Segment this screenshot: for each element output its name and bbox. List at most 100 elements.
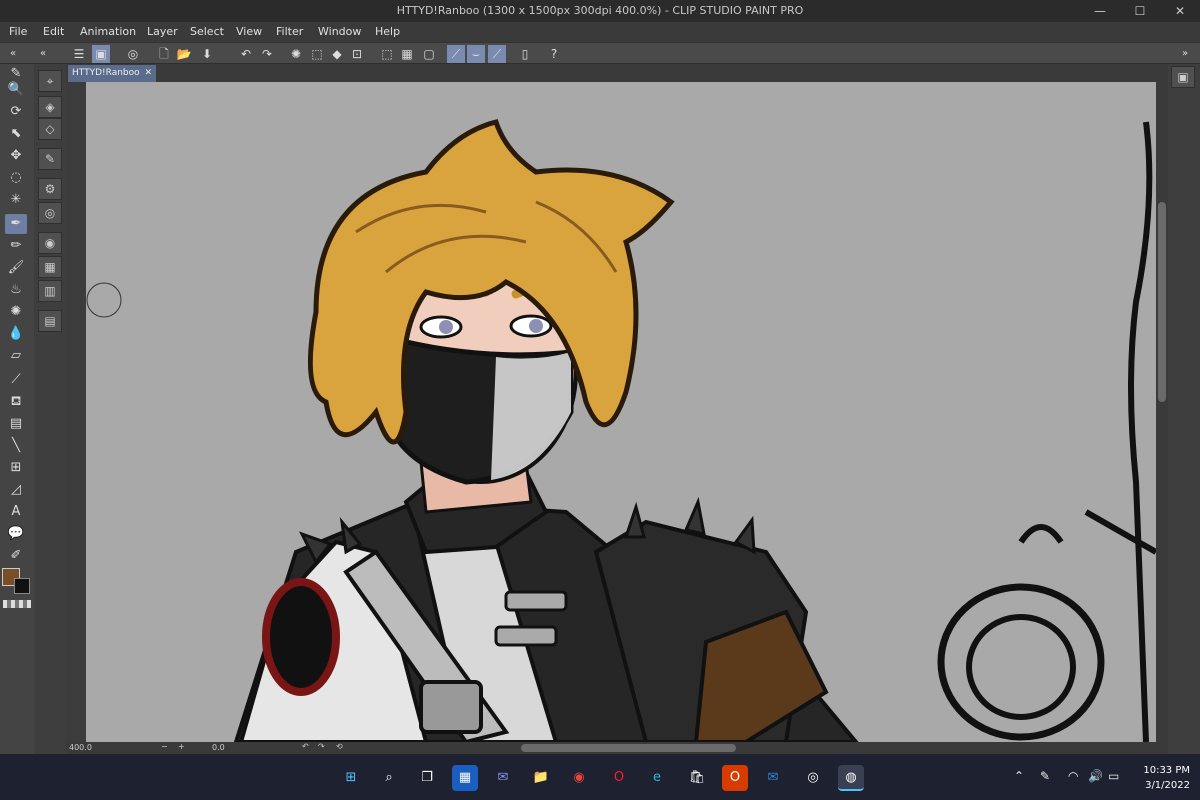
clip-studio-menu-icon[interactable]: ▣	[92, 45, 110, 63]
menu-select[interactable]: Select	[190, 25, 224, 38]
edge-icon[interactable]: e	[644, 765, 670, 791]
clip-studio-paint-icon[interactable]: ◍	[838, 765, 864, 791]
rotation-value[interactable]: 0.0	[212, 743, 225, 752]
gradient-icon[interactable]: ▤	[5, 414, 27, 434]
wifi-icon[interactable]: ◠	[1068, 769, 1078, 783]
brush-size-panel-icon[interactable]: ◎	[38, 202, 62, 224]
collapse-left-icon[interactable]: «	[4, 45, 22, 63]
transform-icon[interactable]: ⊡	[348, 45, 366, 63]
rotate-left-icon[interactable]: ↶	[302, 742, 309, 751]
search-icon[interactable]: ⌕	[376, 765, 402, 791]
collapse-left-icon[interactable]: «	[34, 45, 52, 63]
zoom-in-icon[interactable]: +	[178, 742, 185, 751]
lasso-icon[interactable]: ◌	[5, 168, 27, 188]
vertical-scroll-thumb[interactable]	[1158, 202, 1166, 402]
invert-selection-icon[interactable]: ▦	[398, 45, 416, 63]
clear-icon[interactable]: ✺	[287, 45, 305, 63]
widgets-icon[interactable]: ▦	[452, 765, 478, 791]
deselect-icon[interactable]: ⬚	[378, 45, 396, 63]
show-hidden-icons-icon[interactable]: ⌃	[1014, 769, 1024, 783]
eyedropper-icon[interactable]: ⟋	[5, 370, 27, 390]
volume-icon[interactable]: 🔊	[1088, 769, 1103, 783]
chrome-icon[interactable]: ◉	[566, 765, 592, 791]
brush-icon[interactable]: 🖌	[5, 258, 27, 278]
teams-chat-icon[interactable]: ✉	[490, 765, 516, 791]
save-icon[interactable]: ⬇	[198, 45, 216, 63]
new-file-icon[interactable]: 🗋	[155, 45, 173, 63]
show-selection-icon[interactable]: ▢	[420, 45, 438, 63]
menu-layer[interactable]: Layer	[147, 25, 178, 38]
history-icon[interactable]: ▤	[38, 310, 62, 332]
decoration-icon[interactable]: ✺	[5, 302, 27, 322]
battery-icon[interactable]: ▭	[1108, 769, 1119, 783]
close-button[interactable]: ✕	[1160, 0, 1200, 22]
clock[interactable]: 10:33 PM 3/1/2022	[1143, 763, 1190, 793]
snap-ruler-icon[interactable]: ⟋	[447, 45, 465, 63]
layer-property-icon[interactable]: ◈	[38, 96, 62, 118]
magic-wand-icon[interactable]: ✳	[5, 190, 27, 210]
line-icon[interactable]: ╲	[5, 436, 27, 456]
open-file-icon[interactable]: 📂	[175, 45, 193, 63]
rotate-right-icon[interactable]: ↷	[318, 742, 325, 751]
navigator-icon[interactable]: ◉	[38, 232, 62, 254]
pencil-icon[interactable]: ✏	[5, 236, 27, 256]
maximize-button[interactable]: ☐	[1120, 0, 1160, 22]
pen-icon[interactable]: ✒	[5, 214, 27, 234]
minimize-button[interactable]: —	[1080, 0, 1120, 22]
fill-bucket-icon[interactable]: ⛾	[5, 392, 27, 412]
document-tab[interactable]: HTTYD!Ranboo ✕	[68, 65, 156, 82]
menu-edit[interactable]: Edit	[43, 25, 64, 38]
office-icon[interactable]: O	[722, 765, 748, 791]
mail-icon[interactable]: ✉	[760, 765, 786, 791]
menu-help[interactable]: Help	[375, 25, 400, 38]
reset-rotation-icon[interactable]: ⟲	[336, 742, 343, 751]
snap-special-ruler-icon[interactable]: ⌣	[467, 45, 485, 63]
zoom-icon[interactable]: 🔍	[5, 80, 27, 100]
panel-toggle-icon[interactable]: ▣	[1171, 66, 1195, 88]
file-explorer-icon[interactable]: 📁	[528, 765, 554, 791]
sub-color-swatch[interactable]	[14, 578, 30, 594]
pen-tablet-icon[interactable]: ✎	[1040, 769, 1050, 783]
opera-icon[interactable]: O	[606, 765, 632, 791]
airbrush-icon[interactable]: ♨	[5, 280, 27, 300]
sub-tool-detail-icon[interactable]: ✎	[38, 148, 62, 170]
close-tab-icon[interactable]: ✕	[144, 65, 152, 82]
menu-view[interactable]: View	[236, 25, 262, 38]
layer-panel-icon[interactable]: ◇	[38, 118, 62, 140]
menu-filter[interactable]: Filter	[276, 25, 303, 38]
microsoft-store-icon[interactable]: 🛍	[684, 765, 710, 791]
collapse-right-icon[interactable]: »	[1176, 45, 1194, 63]
zoom-value[interactable]: 400.0	[69, 743, 92, 752]
task-view-icon[interactable]: ❐	[414, 765, 440, 791]
windows-start-icon[interactable]: ⊞	[338, 765, 364, 791]
vertical-scrollbar[interactable]	[1156, 82, 1168, 742]
object-icon[interactable]: ⬉	[5, 124, 27, 144]
drawing-canvas[interactable]	[86, 82, 1156, 742]
clip-studio-launcher-icon[interactable]: ◎	[800, 765, 826, 791]
balloon-icon[interactable]: 💬	[5, 524, 27, 544]
material-icon[interactable]: ▦	[38, 256, 62, 278]
eraser-icon[interactable]: ▱	[5, 346, 27, 366]
text-icon[interactable]: A	[5, 502, 27, 522]
zoom-out-icon[interactable]: −	[161, 742, 168, 751]
tablet-icon[interactable]: ▯	[516, 45, 534, 63]
tool-property-icon[interactable]: ⚙	[38, 178, 62, 200]
ruler-icon[interactable]: ◿	[5, 480, 27, 500]
horizontal-scroll-thumb[interactable]	[521, 744, 736, 752]
blend-icon[interactable]: 💧	[5, 324, 27, 344]
undo-icon[interactable]: ↶	[237, 45, 255, 63]
clear-outside-icon[interactable]: ⬚	[308, 45, 326, 63]
redo-icon[interactable]: ↷	[258, 45, 276, 63]
menu-window[interactable]: Window	[318, 25, 361, 38]
menu-animation[interactable]: Animation	[80, 25, 136, 38]
help-icon[interactable]: ?	[545, 45, 563, 63]
rotate-view-icon[interactable]: ⟳	[5, 102, 27, 122]
fill-icon[interactable]: ◆	[328, 45, 346, 63]
menu-file[interactable]: File	[9, 25, 27, 38]
correct-line-icon[interactable]: ✐	[5, 546, 27, 566]
move-icon[interactable]: ✥	[5, 146, 27, 166]
sub-tool-panel-icon[interactable]: ⌖	[38, 70, 62, 92]
timeline-icon[interactable]: ▥	[38, 280, 62, 302]
clip-studio-assets-icon[interactable]: ◎	[124, 45, 142, 63]
frame-icon[interactable]: ⊞	[5, 458, 27, 478]
